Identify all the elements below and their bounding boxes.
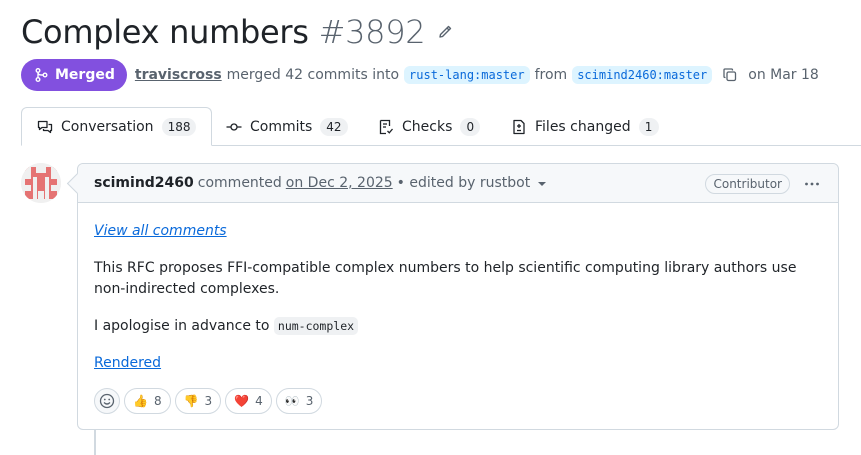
thumbs-down-icon: 👎 — [183, 394, 199, 408]
tab-label: Conversation — [61, 118, 154, 135]
tab-files-changed[interactable]: Files changed 1 — [511, 107, 659, 146]
pr-title: Complex numbers — [21, 13, 309, 51]
copy-icon[interactable] — [722, 67, 738, 83]
base-branch[interactable]: rust-lang:master — [404, 66, 530, 84]
pr-tabs: Conversation 188 Commits 42 Checks 0 Fil… — [0, 107, 861, 146]
heart-icon: ❤️ — [234, 394, 250, 408]
tab-counter: 1 — [638, 117, 659, 136]
reaction-count: 3 — [204, 394, 213, 408]
contributor-badge: Contributor — [705, 174, 790, 194]
tab-commits[interactable]: Commits 42 — [226, 107, 348, 146]
smiley-icon — [99, 393, 115, 409]
merged-status-badge: Merged — [21, 59, 127, 91]
merger-link[interactable]: traviscross — [135, 67, 222, 83]
reaction-thumbs-up[interactable]: 👍 8 — [124, 388, 171, 414]
git-merge-icon — [33, 67, 49, 83]
comment-discussion-icon — [37, 119, 53, 135]
apology-paragraph: I apologise in advance to num-complex — [94, 316, 822, 337]
head-branch[interactable]: scimind2460:master — [572, 66, 713, 84]
reaction-eyes[interactable]: 👀 3 — [275, 388, 323, 414]
reaction-thumbs-down[interactable]: 👎 3 — [174, 388, 222, 414]
tab-counter: 42 — [320, 117, 348, 136]
reaction-count: 4 — [255, 394, 263, 408]
from-text: from — [534, 67, 568, 83]
reaction-count: 3 — [305, 394, 314, 408]
tab-checks[interactable]: Checks 0 — [378, 107, 481, 146]
merged-text: merged 42 commits into — [226, 67, 400, 83]
merged-label: Merged — [55, 67, 115, 83]
view-all-comments-link[interactable]: View all comments — [94, 221, 227, 242]
eyes-icon: 👀 — [284, 394, 300, 408]
tab-label: Files changed — [535, 118, 631, 135]
rendered-link[interactable]: Rendered — [94, 355, 161, 371]
tab-conversation[interactable]: Conversation 188 — [21, 107, 213, 146]
pencil-icon[interactable] — [437, 24, 453, 40]
comment-date[interactable]: on Dec 2, 2025 — [286, 175, 393, 191]
add-reaction-button[interactable] — [94, 388, 120, 414]
apology-text: I apologise in advance to — [94, 318, 270, 334]
tab-counter: 0 — [460, 117, 481, 136]
tab-label: Checks — [402, 118, 453, 135]
comment-action: commented — [197, 175, 282, 191]
pr-number: #3892 — [318, 13, 426, 51]
checklist-icon — [378, 119, 394, 135]
comment-card: scimind2460 commented on Dec 2, 2025 • e… — [77, 163, 839, 430]
git-commit-icon — [226, 119, 242, 135]
kebab-menu-icon[interactable] — [804, 176, 820, 192]
comment-header: scimind2460 commented on Dec 2, 2025 • e… — [78, 164, 838, 203]
file-diff-icon — [511, 119, 527, 135]
merge-date: on Mar 18 — [748, 67, 819, 83]
reactions-bar: 👍 8 👎 3 ❤️ 4 👀 3 — [94, 388, 323, 414]
thumbs-up-icon: 👍 — [133, 394, 148, 408]
reaction-count: 8 — [153, 394, 162, 408]
inline-code: num-complex — [273, 317, 359, 335]
edited-by-text[interactable]: • edited by rustbot — [397, 175, 531, 191]
comment-author[interactable]: scimind2460 — [94, 175, 194, 191]
tab-counter: 188 — [161, 117, 197, 136]
comment-paragraph: This RFC proposes FFI-compatible complex… — [94, 260, 797, 297]
tab-label: Commits — [250, 118, 313, 135]
comment-body: View all comments This RFC proposes FFI-… — [78, 203, 838, 374]
reaction-heart[interactable]: ❤️ 4 — [225, 388, 272, 414]
pr-title-row: Complex numbers #3892 — [21, 12, 453, 52]
timeline-connector — [94, 430, 96, 455]
pr-meta-row: Merged traviscross merged 42 commits int… — [21, 59, 819, 91]
edit-history-caret-icon[interactable] — [538, 182, 547, 186]
author-avatar[interactable] — [21, 163, 61, 203]
